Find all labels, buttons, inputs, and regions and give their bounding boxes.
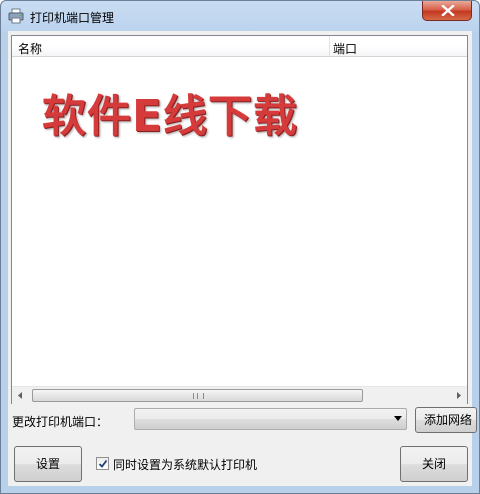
- scroll-left-button[interactable]: [12, 387, 29, 404]
- scroll-thumb[interactable]: [32, 389, 363, 402]
- list-header: 名称 端口: [12, 36, 467, 57]
- dialog-footer: 设置 同时设置为系统默认打印机 关闭: [8, 438, 472, 486]
- add-network-port-button[interactable]: 添加网络: [415, 407, 477, 433]
- printer-port-dialog: 打印机端口管理 名称 端口 软件E线下载 更改打印机端口： 添加网络 设置 同时…: [0, 0, 480, 494]
- printer-icon: [8, 8, 24, 24]
- checkmark-icon: [98, 459, 108, 468]
- chevron-down-icon: [394, 416, 402, 421]
- arrow-left-icon: [18, 392, 22, 399]
- default-printer-label: 同时设置为系统默认打印机: [113, 458, 258, 472]
- window-title: 打印机端口管理: [30, 11, 115, 25]
- close-icon: [441, 5, 455, 16]
- arrow-right-icon: [457, 392, 461, 399]
- default-printer-checkbox[interactable]: [96, 457, 109, 470]
- set-button[interactable]: 设置: [14, 446, 82, 482]
- port-select[interactable]: [134, 408, 407, 430]
- column-header-name[interactable]: 名称: [18, 40, 42, 57]
- dialog-client-area: 名称 端口 软件E线下载 更改打印机端口： 添加网络 设置 同时设置为系统默认打…: [8, 31, 477, 486]
- grip-icon: [193, 393, 204, 399]
- window-close-button[interactable]: [422, 1, 472, 21]
- printer-list[interactable]: 名称 端口 软件E线下载: [11, 35, 468, 404]
- title-bar[interactable]: 打印机端口管理: [1, 1, 479, 31]
- change-port-label: 更改打印机端口：: [12, 415, 109, 429]
- watermark-text: 软件E线下载: [42, 91, 299, 142]
- scroll-right-button[interactable]: [450, 387, 467, 404]
- close-button[interactable]: 关闭: [400, 446, 468, 482]
- column-header-port[interactable]: 端口: [333, 40, 357, 57]
- column-divider[interactable]: [329, 36, 330, 56]
- horizontal-scrollbar[interactable]: [12, 386, 467, 404]
